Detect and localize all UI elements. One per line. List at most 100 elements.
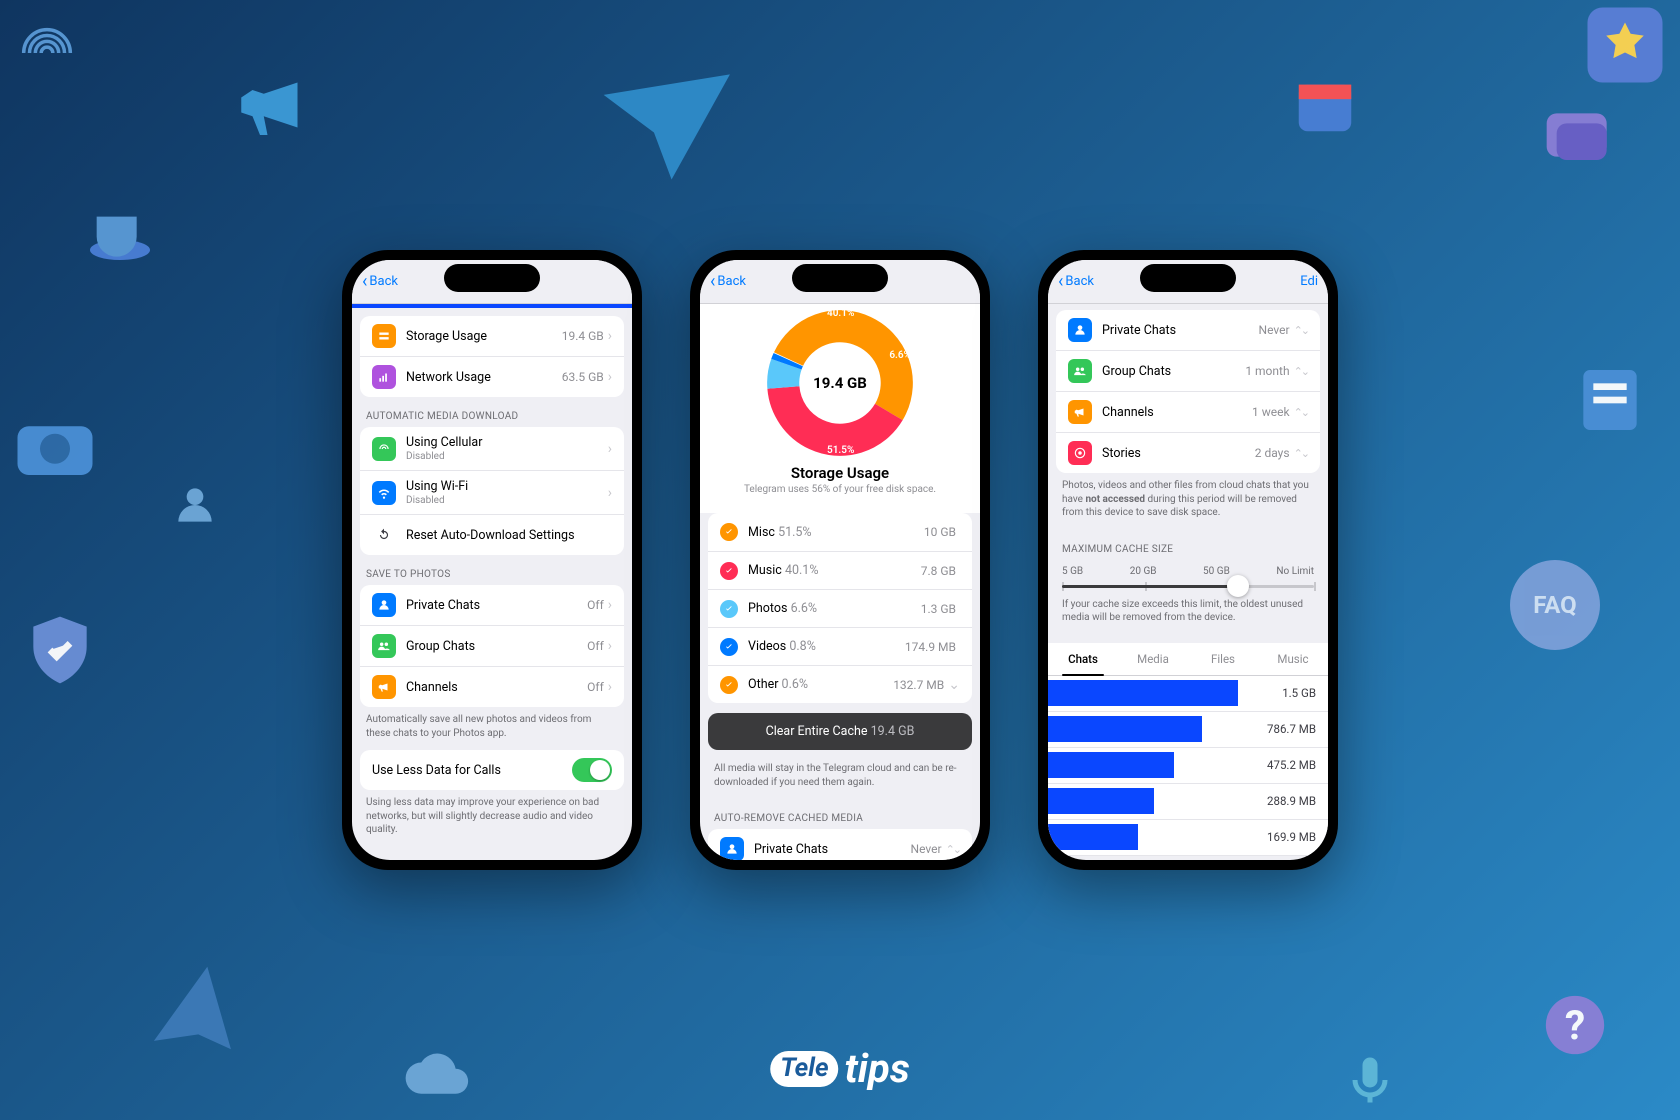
bar-row[interactable]: 1.5 GB xyxy=(1048,676,1328,712)
row-value: 2 days xyxy=(1255,446,1290,460)
row-value: 1 week xyxy=(1252,405,1290,419)
section-header: AUTO-REMOVE CACHED MEDIA xyxy=(700,799,980,829)
private-chats-row[interactable]: Private Chats Off › xyxy=(360,585,624,625)
tab-files[interactable]: Files xyxy=(1188,643,1258,675)
breakdown-row[interactable]: Other 0.6% 132.7 MB⌄ xyxy=(708,665,972,703)
back-button[interactable]: ‹Back xyxy=(362,273,398,291)
chat-bars: 1.5 GB 786.7 MB 475.2 MB288.9 MB169.9 MB xyxy=(1048,676,1328,856)
row-label: Other 0.6% xyxy=(748,677,893,692)
section-footer: Automatically save all new photos and vi… xyxy=(352,707,632,750)
autoremove-row[interactable]: Channels 1 week ⌃⌄ xyxy=(1056,391,1320,432)
storage-usage-row[interactable]: Storage Usage 19.4 GB › xyxy=(360,316,624,356)
using-cellular-row[interactable]: Using CellularDisabled › xyxy=(360,427,624,470)
row-label: Group Chats xyxy=(406,639,587,654)
mic-icon xyxy=(1340,1050,1400,1110)
chevron-right-icon: › xyxy=(608,679,612,695)
row-label: Stories xyxy=(1102,446,1255,461)
channels-row[interactable]: Channels Off › xyxy=(360,666,624,707)
section-footer: Using less data may improve your experie… xyxy=(352,790,632,847)
row-value: 10 GB xyxy=(924,525,956,539)
doc-icon xyxy=(1570,360,1650,440)
row-label: Group Chats xyxy=(1102,364,1245,379)
breakdown-row[interactable]: Photos 6.6% 1.3 GB xyxy=(708,589,972,627)
autoremove-row[interactable]: Group Chats 1 month ⌃⌄ xyxy=(1056,350,1320,391)
cache-size-slider[interactable]: 5 GB 20 GB 50 GB No Limit xyxy=(1048,560,1328,588)
using-wifi-row[interactable]: Using Wi-FiDisabled › xyxy=(360,470,624,514)
back-button[interactable]: ‹Back xyxy=(710,273,746,291)
megaphone-icon xyxy=(230,60,320,150)
channel-icon xyxy=(1068,400,1092,424)
slider-label: 20 GB xyxy=(1130,566,1157,577)
bar-fill xyxy=(1048,716,1202,742)
tabs: Chats Media Files Music xyxy=(1048,643,1328,676)
bar-row[interactable]: 475.2 MB xyxy=(1048,748,1328,784)
back-button[interactable]: ‹Back xyxy=(1058,273,1094,291)
chevron-left-icon: ‹ xyxy=(362,273,367,291)
tab-media[interactable]: Media xyxy=(1118,643,1188,675)
storage-subtitle: Telegram uses 56% of your free disk spac… xyxy=(700,484,980,505)
person-icon xyxy=(720,837,744,860)
chat-icon xyxy=(1540,100,1620,180)
plane2-icon xyxy=(122,952,259,1089)
row-value: 1.3 GB xyxy=(921,602,956,616)
bar-row[interactable]: 288.9 MB xyxy=(1048,784,1328,820)
bar-fill xyxy=(1048,752,1174,778)
autoremove-row[interactable]: Private Chats Never ⌃⌄ xyxy=(1056,310,1320,350)
row-label: Use Less Data for Calls xyxy=(372,763,572,778)
group-chats-row[interactable]: Group Chats Off › xyxy=(360,625,624,666)
row-value: Never xyxy=(911,842,942,856)
check-icon xyxy=(720,562,738,580)
person-icon xyxy=(372,593,396,617)
row-value: 19.4 GB xyxy=(562,329,604,343)
chevron-right-icon: › xyxy=(608,485,612,501)
row-label: Reset Auto-Download Settings xyxy=(406,528,612,543)
bar-fill xyxy=(1048,824,1138,850)
bar-value: 786.7 MB xyxy=(1267,722,1328,736)
breakdown-row[interactable]: Music 40.1% 7.8 GB xyxy=(708,551,972,589)
reset-auto-download-row[interactable]: Reset Auto-Download Settings xyxy=(360,514,624,555)
wifi-icon xyxy=(372,481,396,505)
tab-chats[interactable]: Chats xyxy=(1048,643,1118,675)
progress-bar xyxy=(352,304,632,308)
shield-icon xyxy=(20,610,100,690)
star-badge-icon xyxy=(1580,0,1670,90)
row-label: Videos 0.8% xyxy=(748,639,905,654)
donut-center: 19.4 GB xyxy=(765,308,915,458)
navbar: ‹Back Edi xyxy=(1048,260,1328,304)
check-icon xyxy=(720,600,738,618)
bar-row[interactable]: 786.7 MB xyxy=(1048,712,1328,748)
row-label: Photos 6.6% xyxy=(748,601,921,616)
donut-label: 40.1% xyxy=(827,308,854,319)
bar-value: 1.5 GB xyxy=(1282,686,1328,700)
row-value: 7.8 GB xyxy=(921,564,956,578)
row-label: Private Chats xyxy=(406,598,587,613)
breakdown-row[interactable]: Misc 51.5% 10 GB xyxy=(708,513,972,551)
less-data-row[interactable]: Use Less Data for Calls xyxy=(360,750,624,790)
clear-cache-button[interactable]: Clear Entire Cache 19.4 GB xyxy=(708,713,972,750)
slider-label: 5 GB xyxy=(1062,566,1083,577)
edit-button[interactable]: Edi xyxy=(1300,274,1318,289)
chevron-left-icon: ‹ xyxy=(1058,273,1063,291)
storage-icon xyxy=(372,324,396,348)
chevron-right-icon: › xyxy=(608,328,612,344)
faq-icon: FAQ xyxy=(1510,560,1600,650)
toggle-switch[interactable] xyxy=(572,758,612,782)
autoremove-private-row[interactable]: Private Chats Never ⌃⌄ xyxy=(708,829,972,860)
stepper-icon: ⌃⌄ xyxy=(1294,324,1308,337)
row-label: Channels xyxy=(1102,405,1252,420)
breakdown-row[interactable]: Videos 0.8% 174.9 MB xyxy=(708,627,972,665)
row-label: Private Chats xyxy=(1102,323,1259,338)
tab-music[interactable]: Music xyxy=(1258,643,1328,675)
phone-storage-usage: ‹Back 19.4 GB 40.1% 6.6% 51.5% Storage U… xyxy=(690,250,990,870)
storage-title: Storage Usage xyxy=(700,464,980,482)
stepper-icon: ⌃⌄ xyxy=(1294,406,1308,419)
autoremove-row[interactable]: Stories 2 days ⌃⌄ xyxy=(1056,432,1320,473)
stepper-icon: ⌃⌄ xyxy=(946,843,960,856)
network-usage-row[interactable]: Network Usage 63.5 GB › xyxy=(360,356,624,397)
row-sub: Disabled xyxy=(406,495,608,506)
page-title: De xyxy=(449,274,534,289)
calendar-icon xyxy=(1290,70,1360,140)
bar-row[interactable]: 169.9 MB xyxy=(1048,820,1328,856)
stories-icon xyxy=(1068,441,1092,465)
section-header: SAVE TO PHOTOS xyxy=(352,555,632,585)
